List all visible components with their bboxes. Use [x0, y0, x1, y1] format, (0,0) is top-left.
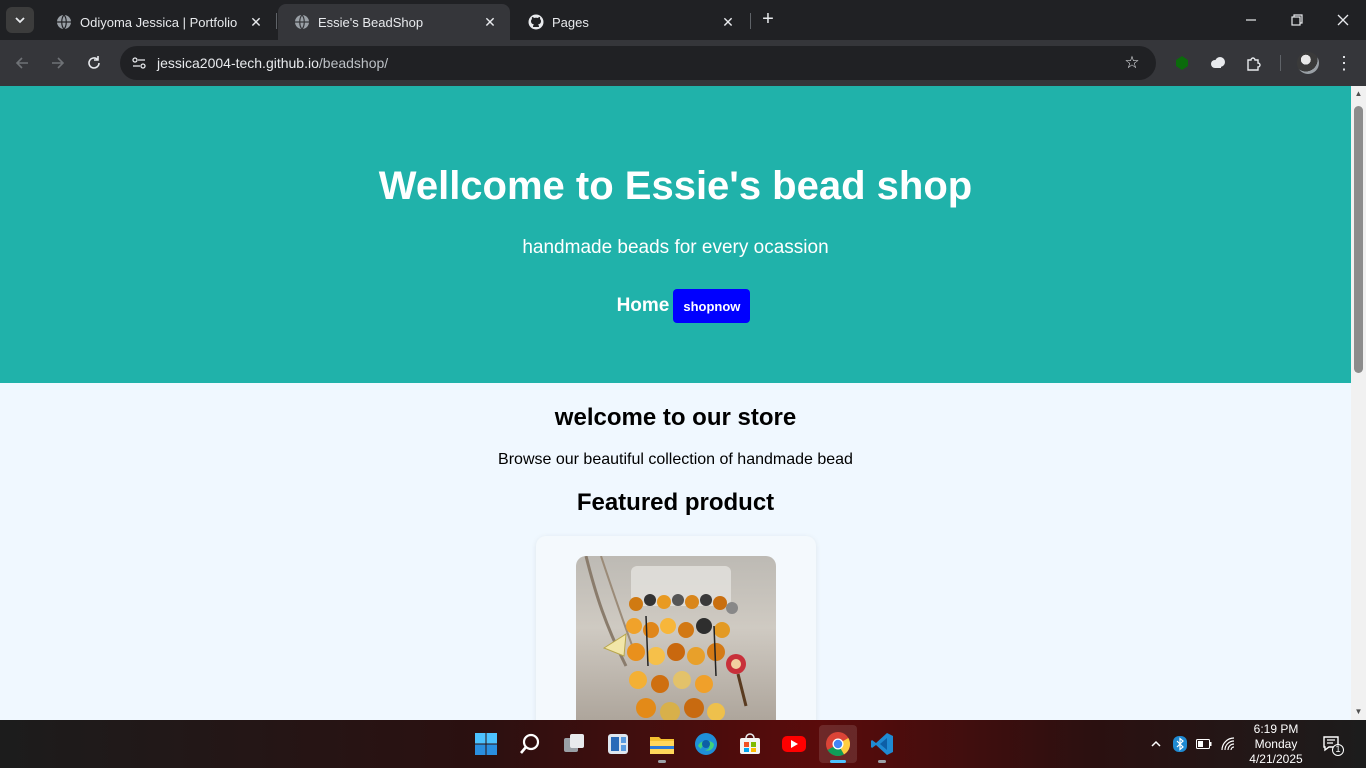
toolbar-divider — [1280, 55, 1281, 71]
taskbar-clock[interactable]: 6:19 PM Monday 4/21/2025 — [1246, 722, 1306, 767]
featured-heading: Featured product — [576, 489, 775, 516]
chevron-up-icon[interactable] — [1147, 735, 1165, 753]
extension-cloud-icon[interactable] — [1207, 52, 1229, 74]
reload-button[interactable] — [82, 51, 106, 75]
tab-title: Odiyoma Jessica | Portfolio — [80, 14, 238, 30]
shop-now-button[interactable]: shopnow — [673, 289, 751, 323]
restore-icon — [1291, 14, 1303, 26]
chrome-icon[interactable] — [819, 725, 857, 763]
url-text: jessica2004-tech.github.io/beadshop/ — [157, 55, 388, 71]
arrow-left-icon — [15, 57, 28, 69]
active-indicator — [830, 760, 846, 763]
nav-home-link[interactable]: Home — [601, 295, 670, 317]
profile-avatar[interactable] — [1297, 52, 1319, 74]
site-info-icon[interactable] — [128, 52, 150, 74]
hero-title: Wellcome to Essie's bead shop — [378, 164, 973, 208]
youtube-icon[interactable] — [780, 730, 808, 758]
hero-header: Wellcome to Essie's bead shop handmade b… — [0, 86, 1351, 383]
extensions-puzzle-icon[interactable] — [1243, 52, 1265, 74]
running-indicator — [658, 760, 666, 763]
tab-portfolio[interactable]: Odiyoma Jessica | Portfolio ✕ — [40, 4, 276, 40]
chevron-down-icon — [15, 17, 25, 24]
scroll-up-arrow-icon[interactable]: ▲ — [1354, 89, 1363, 98]
close-icon[interactable]: ✕ — [480, 12, 500, 32]
tab-pages[interactable]: Pages ✕ — [512, 4, 748, 40]
close-icon[interactable]: ✕ — [718, 12, 738, 32]
search-icon[interactable] — [516, 730, 544, 758]
tab-search-button[interactable] — [6, 7, 34, 33]
product-card[interactable] — [536, 536, 816, 720]
browse-text: Browse our beautiful collection of handm… — [498, 451, 853, 468]
globe-icon — [56, 14, 72, 30]
url-path: /beadshop/ — [318, 55, 389, 71]
notification-count: 1 — [1335, 744, 1341, 754]
tab-strip: Odiyoma Jessica | Portfolio ✕ Essie's Be… — [0, 0, 1366, 40]
browser-toolbar: jessica2004-tech.github.io/beadshop/ ☆ ⋮ — [0, 40, 1366, 86]
close-icon[interactable]: ✕ — [246, 12, 266, 32]
running-indicator — [878, 760, 886, 763]
store-icon[interactable] — [736, 730, 764, 758]
hero-tagline: handmade beads for every ocassion — [522, 237, 829, 258]
windows-start-icon[interactable] — [472, 730, 500, 758]
widgets-icon[interactable] — [604, 730, 632, 758]
back-button[interactable] — [10, 51, 34, 75]
edge-icon[interactable] — [692, 730, 720, 758]
bluetooth-icon[interactable] — [1171, 735, 1189, 753]
file-explorer-icon[interactable] — [648, 730, 676, 758]
extension-green-icon[interactable] — [1171, 52, 1193, 74]
github-icon — [528, 14, 544, 30]
arrow-right-icon — [52, 57, 65, 69]
task-view-icon[interactable] — [560, 730, 588, 758]
reload-icon — [88, 56, 100, 69]
notification-icon[interactable]: 1 — [1322, 734, 1344, 756]
vscode-icon[interactable] — [868, 730, 896, 758]
scrollbar-thumb[interactable] — [1354, 106, 1363, 373]
page-scrollbar[interactable]: ▲ ▼ — [1351, 86, 1366, 720]
product-image — [576, 556, 776, 720]
url-host: jessica2004-tech.github.io — [157, 55, 319, 71]
clock-date: 4/21/2025 — [1249, 752, 1303, 766]
bookmark-star-icon[interactable]: ☆ — [1122, 53, 1142, 73]
tab-divider — [750, 13, 751, 29]
more-menu-icon[interactable]: ⋮ — [1334, 52, 1354, 74]
restore-button[interactable] — [1274, 0, 1320, 40]
windows-taskbar: 6:19 PM Monday 4/21/2025 1 — [0, 720, 1366, 768]
tab-title: Essie's BeadShop — [318, 14, 424, 30]
minimize-icon — [1246, 19, 1256, 21]
tab-beadshop[interactable]: Essie's BeadShop ✕ — [278, 4, 510, 40]
wifi-icon[interactable] — [1220, 735, 1238, 753]
page-viewport: Wellcome to Essie's bead shop handmade b… — [0, 86, 1351, 720]
scroll-down-arrow-icon[interactable]: ▼ — [1354, 707, 1363, 716]
clock-time: 6:19 PM — [1253, 722, 1299, 736]
tab-divider — [276, 13, 277, 29]
clock-day: Monday — [1254, 737, 1298, 751]
forward-button[interactable] — [46, 51, 70, 75]
welcome-heading: welcome to our store — [554, 404, 797, 431]
tab-title: Pages — [552, 14, 589, 30]
address-bar[interactable]: jessica2004-tech.github.io/beadshop/ ☆ — [120, 46, 1156, 80]
new-tab-button[interactable]: + — [758, 9, 778, 31]
minimize-button[interactable] — [1228, 0, 1274, 40]
hero-nav: Home shopnow — [0, 289, 1351, 323]
battery-icon[interactable] — [1195, 735, 1213, 753]
close-window-button[interactable] — [1320, 0, 1366, 40]
globe-icon — [294, 14, 310, 30]
close-icon — [1337, 14, 1349, 26]
